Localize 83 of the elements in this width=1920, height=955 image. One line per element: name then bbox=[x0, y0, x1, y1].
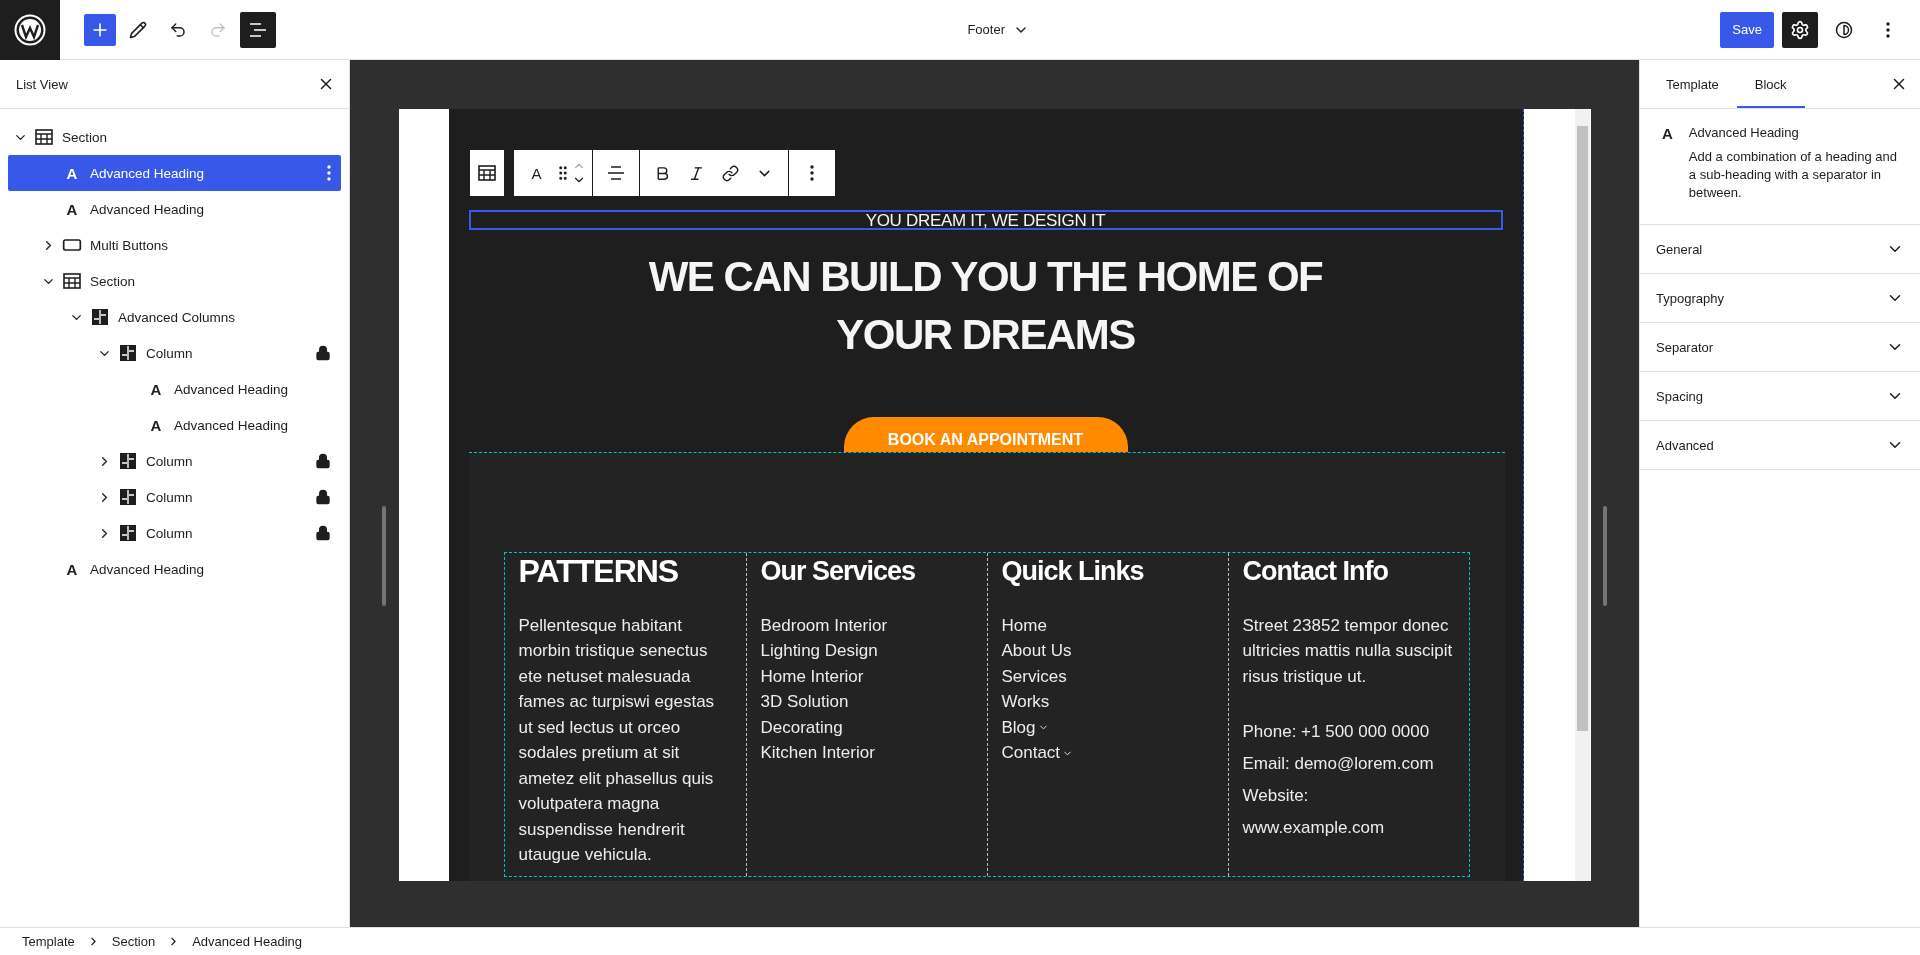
list-view-item[interactable]: Column bbox=[8, 335, 341, 371]
settings-panel-toggle[interactable]: Advanced bbox=[1640, 421, 1920, 470]
list-view-item[interactable]: Column bbox=[8, 479, 341, 515]
breadcrumb[interactable]: Section bbox=[107, 934, 160, 949]
column-heading: PATTERNS bbox=[518, 552, 680, 589]
heading-icon: A bbox=[144, 413, 168, 437]
resize-handle[interactable] bbox=[382, 506, 386, 606]
list-view-item[interactable]: Advanced Columns bbox=[8, 299, 341, 335]
save-button[interactable]: Save bbox=[1720, 11, 1774, 48]
list-view-item[interactable]: Section bbox=[8, 263, 341, 299]
list-view-item[interactable]: A Advanced Heading bbox=[8, 155, 341, 191]
heading-icon: A bbox=[60, 161, 84, 185]
list-view-item[interactable]: A Advanced Heading bbox=[8, 407, 341, 443]
heading-icon: A bbox=[60, 557, 84, 581]
link-icon bbox=[722, 164, 739, 182]
settings-panel-toggle[interactable]: Typography bbox=[1640, 274, 1920, 323]
more-icon bbox=[1886, 21, 1890, 38]
section-icon bbox=[477, 165, 496, 181]
settings-button[interactable] bbox=[1782, 11, 1818, 48]
settings-panel-toggle[interactable]: General bbox=[1640, 225, 1920, 274]
list-view-item[interactable]: Multi Buttons bbox=[8, 227, 341, 263]
heading-icon: A bbox=[144, 377, 168, 401]
section-icon bbox=[35, 129, 53, 145]
list-view-item[interactable]: A Advanced Heading bbox=[8, 551, 341, 587]
list-view-button[interactable] bbox=[240, 11, 276, 48]
section-icon bbox=[63, 273, 81, 289]
heading-icon: A bbox=[1662, 125, 1673, 202]
list-view-item[interactable]: A Advanced Heading bbox=[8, 191, 341, 227]
footer-link[interactable]: Blog bbox=[1001, 714, 1049, 741]
logo-button[interactable] bbox=[0, 0, 60, 60]
block-icon-button[interactable]: A bbox=[519, 155, 554, 191]
footer-link[interactable]: Works bbox=[1001, 689, 1050, 715]
column-heading: Quick Links bbox=[1001, 554, 1145, 588]
columns-icon bbox=[92, 309, 108, 325]
sidebar-tab[interactable]: Block bbox=[1736, 60, 1805, 108]
subheading[interactable]: YOU DREAM IT, WE DESIGN IT bbox=[468, 210, 1503, 230]
column-heading: Our Services bbox=[760, 554, 917, 588]
footer-link[interactable]: Kitchen Interior bbox=[760, 740, 875, 766]
column-icon bbox=[120, 345, 136, 361]
heading-icon: A bbox=[60, 197, 84, 221]
block-description: Add a combination of a heading and a sub-heading with a separator in between. bbox=[1688, 148, 1898, 202]
footer-link[interactable]: 3D Solution bbox=[760, 689, 849, 715]
settings-icon bbox=[1790, 19, 1810, 40]
footer-link[interactable]: Home bbox=[1001, 612, 1047, 639]
column-icon bbox=[120, 489, 136, 505]
logo-icon[interactable] bbox=[14, 13, 46, 46]
footer-link[interactable]: About Us bbox=[1001, 638, 1072, 664]
headline: WE CAN BUILD YOU THE HOME OF YOUR DREAMS bbox=[647, 252, 1324, 360]
contact-line: Website: bbox=[1242, 785, 1310, 808]
contrast-icon bbox=[1835, 20, 1853, 39]
column-icon bbox=[120, 525, 136, 541]
list-view-item[interactable]: Section bbox=[8, 119, 341, 155]
address-text: Street 23852 tempor donec ultricies mattis nulla suscipit risus tristique ut. bbox=[1242, 614, 1454, 688]
resize-handle[interactable] bbox=[1603, 506, 1607, 606]
footer-link[interactable]: Decorating bbox=[760, 714, 843, 741]
footer-link[interactable]: Services bbox=[1001, 663, 1067, 690]
add-block-button[interactable] bbox=[84, 13, 116, 46]
document-title-button[interactable]: Footer bbox=[959, 15, 1037, 44]
settings-panel-toggle[interactable]: Separator bbox=[1640, 323, 1920, 372]
footer-link[interactable]: Contact bbox=[1001, 740, 1074, 766]
align-center-icon bbox=[606, 164, 625, 182]
footer-link[interactable]: Home Interior bbox=[760, 663, 864, 690]
scrollbar[interactable] bbox=[1574, 109, 1590, 881]
column-icon bbox=[120, 453, 136, 469]
column-heading: Contact Info bbox=[1242, 554, 1389, 588]
list-view-item[interactable]: Column bbox=[8, 515, 341, 551]
sidebar-tab[interactable]: Template bbox=[1648, 60, 1737, 108]
panel-title: List View bbox=[16, 76, 68, 92]
list-view-item[interactable]: Column bbox=[8, 443, 341, 479]
more-icon[interactable] bbox=[327, 165, 331, 181]
settings-panel-toggle[interactable]: Spacing bbox=[1640, 372, 1920, 421]
more-icon bbox=[809, 165, 814, 181]
italic-icon bbox=[688, 164, 705, 182]
contact-line: Phone: +1 500 000 0000 bbox=[1242, 721, 1431, 744]
breadcrumb[interactable]: Template bbox=[18, 934, 79, 949]
breadcrumb[interactable]: Advanced Heading bbox=[188, 934, 306, 949]
block-title: Advanced Heading bbox=[1688, 125, 1800, 140]
contact-line: Email: demo@lorem.com bbox=[1242, 753, 1435, 776]
footer-link[interactable]: Lighting Design bbox=[760, 638, 878, 664]
contact-line: www.example.com bbox=[1242, 817, 1386, 840]
list-view-item[interactable]: A Advanced Heading bbox=[8, 371, 341, 407]
paragraph: Pellentesque habitant morbin tristique senectus ete netuset malesuada fames ac turpiswi egestas ut sed lectus ut orceo sodales pretium at sit ametez elit phasellus quis volutpatera magna suspendisse hendrerit utaugue vehicula. bbox=[518, 614, 716, 867]
footer-link[interactable]: Bedroom Interior bbox=[760, 612, 888, 639]
